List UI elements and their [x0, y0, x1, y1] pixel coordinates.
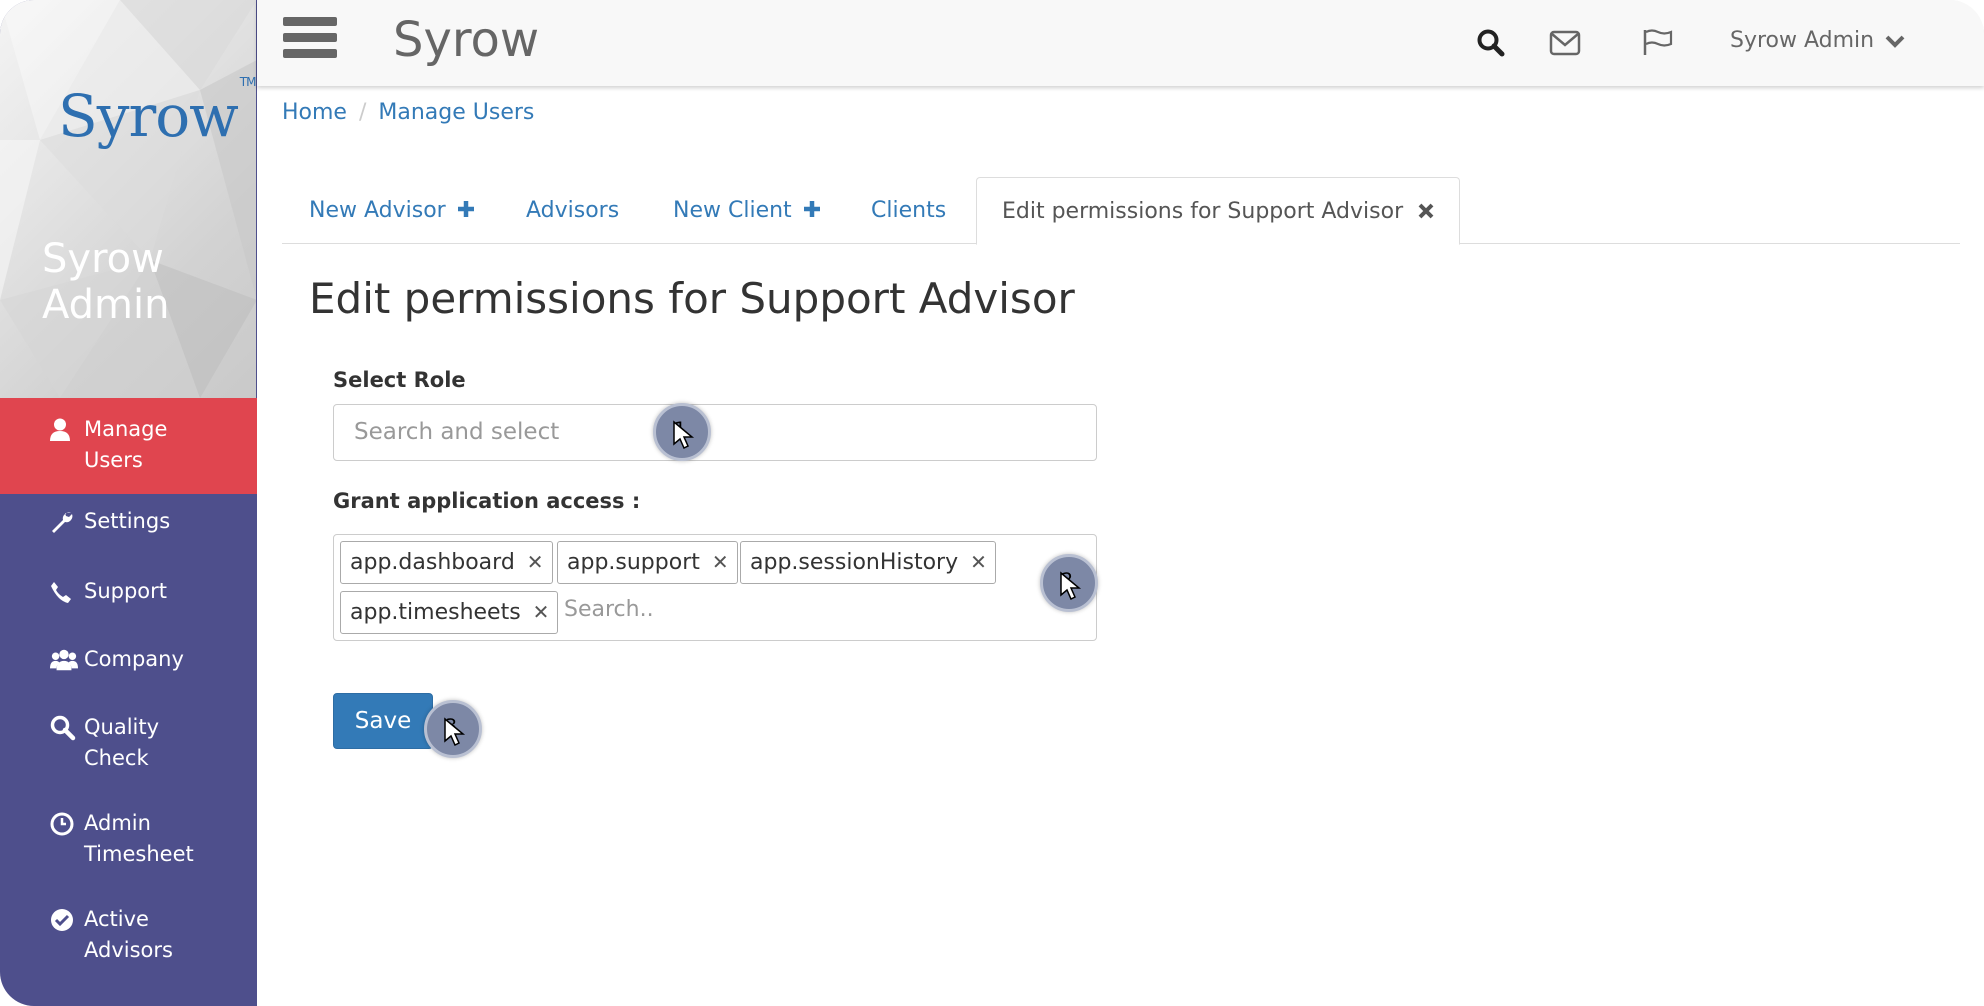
- step-marker-1: 1: [653, 403, 711, 461]
- breadcrumb-manage-users[interactable]: Manage Users: [378, 100, 534, 125]
- save-button[interactable]: Save: [333, 693, 433, 749]
- user-menu-label: Syrow Admin: [1730, 28, 1875, 53]
- envelope-icon[interactable]: [1549, 30, 1581, 60]
- access-tag-label: app.sessionHistory: [750, 550, 959, 575]
- step-marker-3: 3: [424, 700, 482, 758]
- sidebar-item-company[interactable]: Company: [0, 630, 257, 698]
- tab-label: Advisors: [526, 198, 620, 223]
- plus-icon: [453, 198, 475, 223]
- wrench-icon: [50, 506, 78, 537]
- top-navbar: Syrow Syrow Admin: [257, 0, 1984, 86]
- user-icon: [50, 414, 78, 445]
- breadcrumb-home[interactable]: Home: [282, 100, 347, 125]
- access-tag: app.timesheets ✕: [340, 591, 559, 634]
- page-title: Edit permissions for Support Advisor: [309, 274, 1075, 323]
- role-select[interactable]: Search and select: [333, 404, 1097, 461]
- menu-icon[interactable]: [283, 17, 337, 63]
- search-icon: [50, 712, 78, 743]
- access-tag-input[interactable]: app.dashboard ✕ app.support ✕ app.sessionH…: [333, 534, 1097, 641]
- step-marker-2: 2: [1040, 554, 1098, 612]
- sidebar-item-label: Admin Timesheet: [84, 811, 194, 866]
- tab-advisors[interactable]: Advisors: [526, 177, 619, 244]
- tab-edit-permissions[interactable]: Edit permissions for Support Advisor: [976, 177, 1461, 245]
- logo[interactable]: SyrowTM: [58, 75, 256, 150]
- phone-icon: [50, 576, 78, 607]
- tabs: New Advisor Advisors New Client Clients …: [282, 177, 1960, 245]
- access-tag-label: app.support: [567, 550, 700, 575]
- sidebar-item-label: Company: [84, 647, 184, 671]
- remove-tag-icon[interactable]: ✕: [533, 600, 550, 624]
- flag-icon[interactable]: [1642, 28, 1674, 60]
- app-window: SyrowTM Syrow Admin Manage Users Setting…: [0, 0, 1984, 1006]
- clock-icon: [50, 808, 78, 839]
- background-pattern: [0, 0, 256, 398]
- sidebar-item-settings[interactable]: Settings: [0, 494, 257, 562]
- plus-icon: [799, 198, 821, 223]
- tab-label: New Advisor: [309, 198, 446, 223]
- tab-new-advisor[interactable]: New Advisor: [309, 177, 475, 244]
- tab-label: New Client: [673, 198, 792, 223]
- tab-label: Clients: [871, 198, 947, 223]
- remove-tag-icon[interactable]: ✕: [527, 550, 544, 574]
- remove-tag-icon[interactable]: ✕: [712, 550, 729, 574]
- sidebar-item-label: Settings: [84, 509, 171, 533]
- search-icon[interactable]: [1476, 28, 1506, 62]
- select-role-label: Select Role: [333, 368, 466, 392]
- check-circle-icon: [50, 904, 78, 935]
- sidebar-item-active-advisors[interactable]: Active Advisors: [0, 890, 257, 986]
- sidebar-nav: Manage Users Settings Support Company Qu…: [0, 398, 257, 986]
- tab-clients[interactable]: Clients: [871, 177, 946, 244]
- sidebar-item-label: Manage Users: [84, 417, 168, 472]
- access-search-input[interactable]: [564, 597, 814, 622]
- sidebar-item-label: Quality Check: [84, 715, 160, 770]
- access-tag-label: app.dashboard: [350, 550, 515, 575]
- sidebar-item-label: Support: [84, 579, 168, 603]
- cursor-icon: [673, 420, 695, 450]
- sidebar-header: SyrowTM Syrow Admin: [0, 0, 257, 398]
- sidebar-user-name: Syrow Admin: [42, 236, 170, 328]
- tab-new-client[interactable]: New Client: [673, 177, 821, 244]
- close-icon[interactable]: [1410, 199, 1434, 224]
- sidebar-item-support[interactable]: Support: [0, 562, 257, 630]
- cursor-icon: [1060, 571, 1082, 601]
- chevron-down-icon: [1881, 28, 1905, 53]
- breadcrumb: Home / Manage Users: [282, 100, 534, 125]
- sidebar-item-admin-timesheet[interactable]: Admin Timesheet: [0, 794, 257, 890]
- sidebar-item-quality-check[interactable]: Quality Check: [0, 698, 257, 794]
- access-tag-label: app.timesheets: [350, 600, 521, 625]
- user-menu[interactable]: Syrow Admin: [1730, 28, 1905, 53]
- grant-access-label: Grant application access :: [333, 489, 641, 513]
- users-icon: [50, 644, 78, 675]
- breadcrumb-separator: /: [358, 100, 367, 125]
- access-tag: app.sessionHistory ✕: [740, 541, 996, 584]
- remove-tag-icon[interactable]: ✕: [970, 550, 987, 574]
- tab-label: Edit permissions for Support Advisor: [1002, 199, 1404, 224]
- access-tag: app.dashboard ✕: [340, 541, 553, 584]
- access-tag: app.support ✕: [557, 541, 738, 584]
- cursor-icon: [444, 717, 466, 747]
- brand-title: Syrow: [393, 12, 540, 68]
- sidebar-item-label: Active Advisors: [84, 907, 173, 962]
- sidebar-item-manage-users[interactable]: Manage Users: [0, 398, 257, 494]
- sidebar: SyrowTM Syrow Admin Manage Users Setting…: [0, 0, 257, 1006]
